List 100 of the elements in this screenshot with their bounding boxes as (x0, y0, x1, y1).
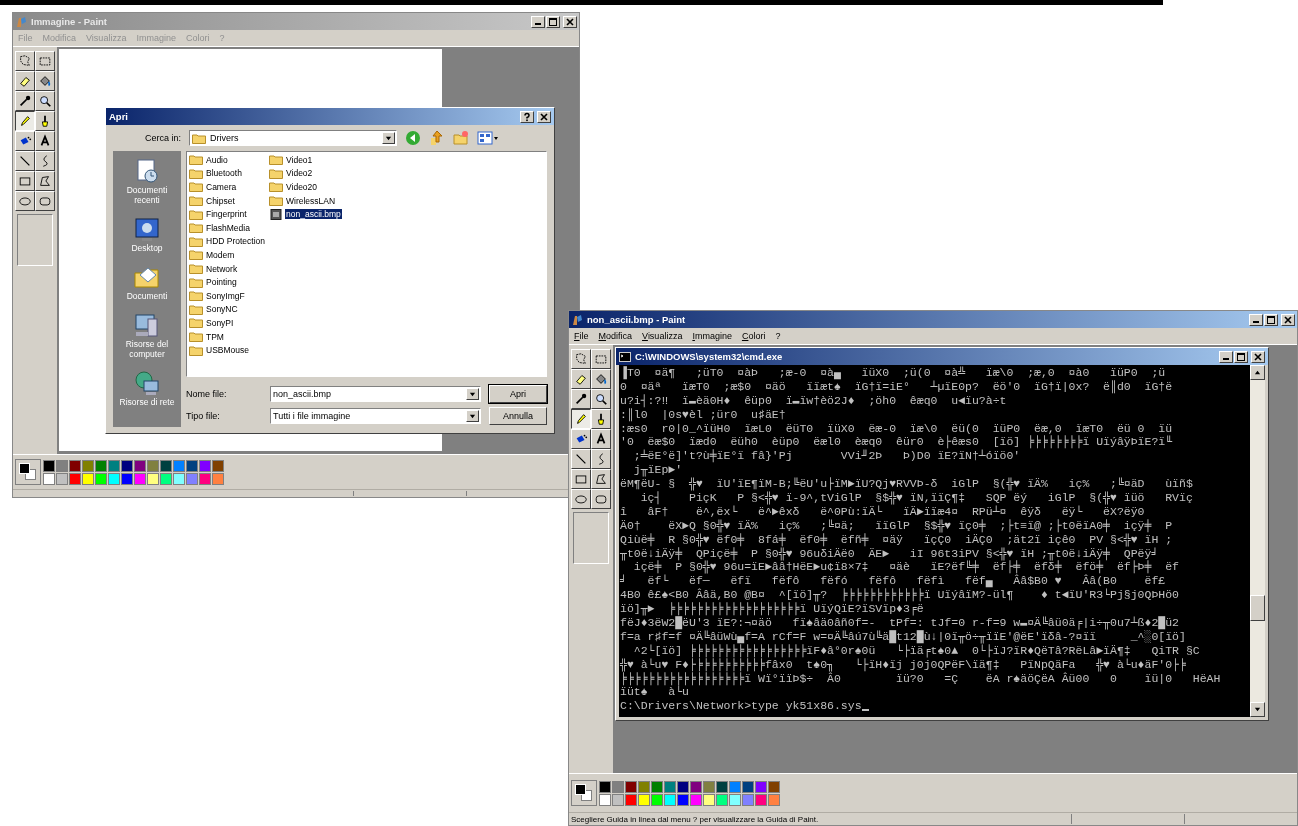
color-swatch[interactable] (703, 780, 715, 793)
folder-entry[interactable]: SonyPI (189, 316, 269, 330)
color-swatch[interactable] (134, 459, 146, 472)
color-swatch[interactable] (625, 780, 637, 793)
color-swatch[interactable] (768, 793, 780, 806)
color-swatch[interactable] (664, 793, 676, 806)
color-swatch[interactable] (690, 793, 702, 806)
help-button[interactable] (520, 110, 534, 123)
close-button[interactable] (537, 110, 551, 123)
close-button[interactable] (1251, 350, 1265, 363)
current-colors-icon[interactable] (15, 459, 41, 485)
menu-item[interactable]: Visualizza (642, 331, 683, 341)
color-swatch[interactable] (147, 472, 159, 485)
color-swatch[interactable] (121, 459, 133, 472)
folder-entry[interactable]: Video1 (269, 153, 359, 167)
color-swatch[interactable] (95, 459, 107, 472)
color-swatch[interactable] (638, 793, 650, 806)
tool-button[interactable] (15, 111, 35, 131)
color-swatch[interactable] (677, 793, 689, 806)
color-swatch[interactable] (703, 793, 715, 806)
color-swatch[interactable] (199, 459, 211, 472)
maximize-button[interactable] (546, 15, 560, 28)
color-swatch[interactable] (212, 459, 224, 472)
folder-entry[interactable]: Chipset (189, 193, 269, 208)
folder-entry[interactable]: USBMouse (189, 343, 269, 357)
folder-entry[interactable]: Pointing (189, 275, 269, 289)
tool-button[interactable] (571, 409, 591, 429)
bmp-entry[interactable]: non_ascii.bmp (269, 207, 359, 221)
folder-entry[interactable]: Camera (189, 180, 269, 194)
color-swatch[interactable] (134, 472, 146, 485)
color-swatch[interactable] (651, 780, 663, 793)
color-swatch[interactable] (755, 793, 767, 806)
color-swatch[interactable] (108, 472, 120, 485)
color-swatch[interactable] (612, 793, 624, 806)
scroll-thumb[interactable] (1250, 595, 1265, 621)
color-swatch[interactable] (160, 459, 172, 472)
folder-entry[interactable]: HDD Protection (189, 234, 269, 249)
color-swatch[interactable] (199, 472, 211, 485)
folder-entry[interactable]: Video2 (269, 166, 359, 181)
color-swatch[interactable] (43, 472, 55, 485)
view-menu-icon[interactable] (477, 130, 499, 146)
color-swatch[interactable] (612, 780, 624, 793)
back-icon[interactable] (405, 130, 421, 146)
folder-entry[interactable]: Audio (189, 153, 269, 167)
minimize-button[interactable] (1249, 313, 1263, 326)
scrollbar[interactable] (1250, 365, 1265, 717)
folder-entry[interactable]: FlashMedia (189, 220, 269, 235)
color-swatch[interactable] (599, 793, 611, 806)
color-swatch[interactable] (186, 472, 198, 485)
maximize-button[interactable] (1264, 313, 1278, 326)
color-swatch[interactable] (664, 780, 676, 793)
close-button[interactable] (563, 15, 577, 28)
look-in-dropdown[interactable]: Drivers (189, 130, 397, 146)
color-swatch[interactable] (95, 472, 107, 485)
color-swatch[interactable] (82, 459, 94, 472)
color-swatch[interactable] (56, 472, 68, 485)
color-swatch[interactable] (160, 472, 172, 485)
color-swatch[interactable] (755, 780, 767, 793)
menu-item[interactable]: Modifica (598, 331, 633, 341)
file-type-dropdown[interactable]: Tutti i file immagine (270, 408, 481, 424)
places-item[interactable]: Desktop (115, 215, 179, 253)
folder-entry[interactable]: Bluetooth (189, 166, 269, 181)
color-swatch[interactable] (651, 793, 663, 806)
folder-entry[interactable]: SonyNC (189, 302, 269, 317)
menu-item[interactable]: File (574, 331, 589, 341)
scroll-up-button[interactable] (1250, 365, 1265, 380)
places-item[interactable]: Risorse del computer (115, 311, 179, 359)
color-swatch[interactable] (173, 472, 185, 485)
places-item[interactable]: Documenti (115, 263, 179, 301)
color-swatch[interactable] (638, 780, 650, 793)
minimize-button[interactable] (1219, 350, 1233, 363)
color-swatch[interactable] (729, 793, 741, 806)
color-swatch[interactable] (43, 459, 55, 472)
color-swatch[interactable] (690, 780, 702, 793)
color-swatch[interactable] (729, 780, 741, 793)
folder-entry[interactable]: Modem (189, 248, 269, 262)
color-swatch[interactable] (69, 472, 81, 485)
color-swatch[interactable] (677, 780, 689, 793)
scroll-down-button[interactable] (1250, 702, 1265, 717)
color-swatch[interactable] (625, 793, 637, 806)
color-swatch[interactable] (742, 793, 754, 806)
color-swatch[interactable] (147, 459, 159, 472)
color-swatch[interactable] (173, 459, 185, 472)
color-swatch[interactable] (186, 459, 198, 472)
places-item[interactable]: Documenti recenti (115, 157, 179, 205)
file-name-field[interactable]: non_ascii.bmp (270, 386, 481, 402)
menu-item[interactable]: Immagine (692, 331, 732, 341)
color-swatch[interactable] (56, 459, 68, 472)
folder-entry[interactable]: Network (189, 261, 269, 276)
color-swatch[interactable] (82, 472, 94, 485)
folder-entry[interactable]: Video20 (269, 180, 359, 194)
folder-entry[interactable]: WirelessLAN (269, 193, 359, 208)
cancel-button[interactable]: Annulla (489, 407, 547, 425)
folder-entry[interactable]: SonyImgF (189, 288, 269, 303)
menu-item[interactable]: ? (775, 331, 781, 341)
close-button[interactable] (1281, 313, 1295, 326)
places-item[interactable]: Risorse di rete (115, 369, 179, 407)
minimize-button[interactable] (531, 15, 545, 28)
color-swatch[interactable] (108, 459, 120, 472)
folder-entry[interactable]: TPM (189, 329, 269, 344)
